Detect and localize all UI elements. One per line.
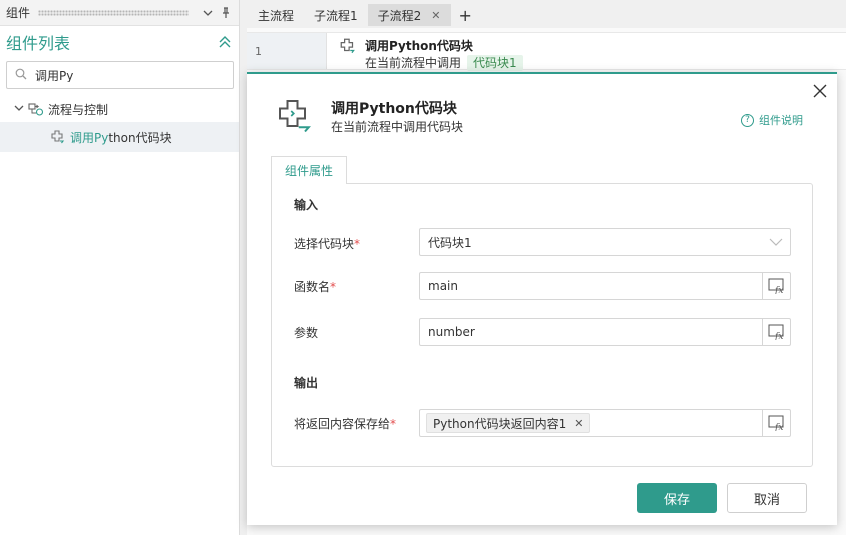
flow-step-title: 调用Python代码块 <box>365 39 473 53</box>
tree-group-flow-control[interactable]: 流程与控制 <box>0 96 239 122</box>
component-help-link[interactable]: ? 组件说明 <box>741 112 803 128</box>
cancel-button[interactable]: 取消 <box>727 483 807 513</box>
fx-icon[interactable]: fx <box>762 319 790 345</box>
save-button[interactable]: 保存 <box>637 483 717 513</box>
tab-component-properties[interactable]: 组件属性 <box>271 156 347 184</box>
flow-control-icon <box>28 101 44 117</box>
chevron-down-icon[interactable] <box>201 6 215 20</box>
code-block-label-text: 选择代码块 <box>294 237 355 251</box>
collapse-up-icon[interactable] <box>217 34 233 50</box>
component-tree: 流程与控制 调用Py thon代码块 <box>0 96 239 152</box>
chip-label: Python代码块返回内容1 <box>433 416 567 431</box>
output-section-label: 输出 <box>294 376 319 390</box>
flow-step-subtitle-text: 在当前流程中调用 <box>365 56 462 70</box>
search-icon <box>15 68 27 83</box>
tab-label: 主流程 <box>258 8 295 23</box>
function-name-label-text: 函数名 <box>294 280 331 294</box>
svg-text:fx: fx <box>774 286 783 294</box>
tree-expand-icon[interactable] <box>14 102 24 116</box>
tab-main-flow[interactable]: 主流程 <box>248 4 304 26</box>
flow-step-row[interactable]: 1 调用Python代码块 在当前流程中调用 代码块1 <box>247 32 846 71</box>
function-name-label: 函数名* <box>294 278 336 295</box>
close-icon[interactable] <box>811 82 829 100</box>
code-block-label: 选择代码块* <box>294 235 360 252</box>
chevron-down-icon[interactable] <box>762 238 790 246</box>
flow-tabs: 主流程 子流程1 子流程2 ✕ + <box>248 4 480 26</box>
tree-item-label-match: 调用Py <box>70 130 109 145</box>
component-list-title: 组件列表 <box>0 26 239 58</box>
close-icon[interactable]: ✕ <box>574 417 583 430</box>
component-list-title-text: 组件列表 <box>6 34 71 53</box>
required-mark: * <box>354 237 361 251</box>
return-variable-chip[interactable]: Python代码块返回内容1 ✕ <box>426 413 591 433</box>
tree-item-label-rest: thon代码块 <box>108 130 172 145</box>
code-block-value: 代码块1 <box>428 235 472 250</box>
svg-text:fx: fx <box>774 423 783 431</box>
save-to-label-text: 将返回内容保存给 <box>294 417 391 431</box>
help-label: 组件说明 <box>759 114 803 127</box>
pin-icon[interactable] <box>219 6 233 20</box>
svg-text:fx: fx <box>774 332 783 340</box>
params-label-text: 参数 <box>294 326 319 340</box>
dialog-title: 调用Python代码块 <box>331 101 457 117</box>
tree-item-call-python[interactable]: 调用Py thon代码块 <box>0 122 239 152</box>
line-number: 1 <box>247 33 327 69</box>
component-property-dialog: 调用Python代码块 在当前流程中调用代码块 ? 组件说明 组件属性 输入 选… <box>247 72 837 525</box>
panel-header: 组件 <box>0 0 239 26</box>
tab-subflow-2[interactable]: 子流程2 ✕ <box>367 4 451 26</box>
plus-icon[interactable]: + <box>451 4 480 26</box>
flow-step-subtitle: 在当前流程中调用 代码块1 <box>365 54 523 71</box>
save-to-input[interactable]: Python代码块返回内容1 ✕ fx <box>419 409 791 437</box>
python-block-icon <box>339 37 357 58</box>
required-mark: * <box>330 280 337 294</box>
function-name-value: main <box>428 279 458 293</box>
python-block-icon <box>50 129 66 145</box>
component-panel: 组件 组件列表 流程与控制 <box>0 0 240 535</box>
component-search[interactable] <box>6 61 234 89</box>
panel-drag-handle[interactable] <box>38 9 189 16</box>
dialog-subtitle: 在当前流程中调用代码块 <box>331 120 464 134</box>
tab-subflow-1[interactable]: 子流程1 <box>304 4 368 26</box>
params-value: number <box>428 325 475 339</box>
tree-group-label: 流程与控制 <box>48 102 109 117</box>
close-icon[interactable]: ✕ <box>431 9 440 22</box>
input-section-label: 输入 <box>294 198 319 212</box>
tab-label: 子流程1 <box>314 8 358 23</box>
search-input[interactable] <box>35 68 233 82</box>
help-icon: ? <box>741 113 754 127</box>
params-label: 参数 <box>294 324 318 341</box>
code-block-badge: 代码块1 <box>467 54 523 71</box>
properties-panel: 输入 选择代码块* 代码块1 函数名* main fx 参数 number fx <box>271 183 813 467</box>
required-mark: * <box>390 417 397 431</box>
panel-header-title: 组件 <box>6 6 31 20</box>
code-block-select[interactable]: 代码块1 <box>419 228 791 256</box>
fx-icon[interactable]: fx <box>762 273 790 299</box>
tab-label: 子流程2 <box>377 8 422 23</box>
function-name-input[interactable]: main fx <box>419 272 791 300</box>
save-to-label: 将返回内容保存给* <box>294 415 396 432</box>
fx-icon[interactable]: fx <box>762 410 790 436</box>
params-input[interactable]: number fx <box>419 318 791 346</box>
python-block-icon <box>275 96 315 139</box>
